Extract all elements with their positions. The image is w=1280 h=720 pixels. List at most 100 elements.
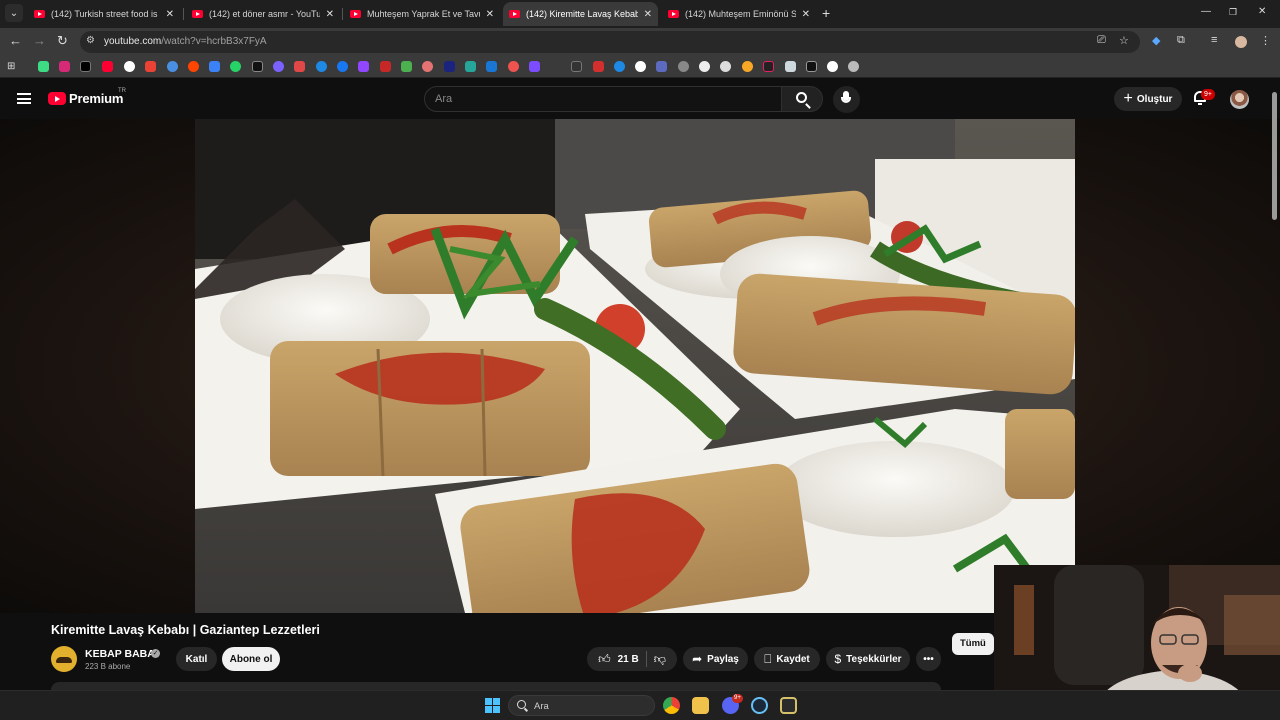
bookmark-8-icon[interactable] [422, 61, 433, 72]
browser-tab-3[interactable]: Muhteşem Yaprak Et ve Tavuk D ✕ [344, 2, 500, 26]
more-actions-button[interactable]: ••• [916, 647, 941, 671]
bookmark-9-icon[interactable] [444, 61, 455, 72]
account-avatar[interactable] [1230, 90, 1249, 109]
create-button[interactable]: + Oluştur [1114, 87, 1182, 111]
mustache-logo-icon [56, 657, 72, 663]
bookmark-translate-icon[interactable] [209, 61, 220, 72]
forward-arrow-icon[interactable]: → [33, 33, 46, 48]
browser-tab-2[interactable]: (142) et döner asmr - YouTube ✕ [186, 2, 340, 26]
plus-icon: + [1123, 90, 1133, 107]
bookmark-20-icon[interactable] [699, 61, 710, 72]
bookmark-gmail-icon[interactable] [145, 61, 156, 72]
bookmark-12-icon[interactable] [508, 61, 519, 72]
youtube-logo-icon[interactable] [48, 92, 66, 105]
bookmark-16-icon[interactable] [614, 61, 625, 72]
tab-close-icon[interactable]: ✕ [486, 9, 494, 20]
bookmark-7-icon[interactable] [401, 61, 412, 72]
bookmark-1-icon[interactable] [167, 61, 178, 72]
bookmark-27-icon[interactable] [848, 61, 859, 72]
tab-close-icon[interactable]: ✕ [644, 9, 652, 20]
bookmark-26-icon[interactable] [827, 61, 838, 72]
tab-close-icon[interactable]: ✕ [166, 9, 174, 20]
reading-list-icon[interactable]: ≡ [1211, 34, 1217, 46]
bookmark-19-icon[interactable] [678, 61, 689, 72]
bookmark-whatsapp-icon[interactable] [230, 61, 241, 72]
new-tab-icon[interactable]: + [822, 5, 830, 21]
bookmark-facebook-icon[interactable] [337, 61, 348, 72]
bookmark-star-icon[interactable]: ☆ [1119, 34, 1129, 47]
video-player[interactable] [195, 119, 1075, 613]
microphone-stand [841, 97, 851, 103]
bookmark-14-icon[interactable] [571, 61, 582, 72]
bookmark-23-icon[interactable] [763, 61, 774, 72]
bookmark-11-icon[interactable] [486, 61, 497, 72]
close-window-icon[interactable]: ✕ [1258, 6, 1266, 17]
bookmark-6-icon[interactable] [380, 61, 391, 72]
chrome-menu-icon[interactable]: ⋮ [1260, 34, 1271, 47]
extension-icon[interactable]: ◆ [1152, 34, 1160, 47]
bookmark-15-icon[interactable] [593, 61, 604, 72]
filter-chip-all[interactable]: Tümü [952, 633, 994, 655]
bookmark-5-icon[interactable] [316, 61, 327, 72]
bookmark-22-icon[interactable] [742, 61, 753, 72]
bookmark-21-icon[interactable] [720, 61, 731, 72]
voice-search-button[interactable] [833, 86, 860, 113]
save-button[interactable]: ⎕ Kaydet [754, 647, 820, 671]
windows-start-icon[interactable] [485, 698, 500, 713]
browser-tab-5[interactable]: (142) Muhteşem Eminönü Soka ✕ [662, 2, 816, 26]
steam-app-icon[interactable] [751, 697, 768, 714]
bookmark-reddit-icon[interactable] [188, 61, 199, 72]
channel-avatar[interactable] [51, 646, 77, 672]
bookmark-x-icon[interactable] [80, 61, 91, 72]
tab-close-icon[interactable]: ✕ [802, 9, 810, 20]
bookmark-3-icon[interactable] [273, 61, 284, 72]
tab-close-icon[interactable]: ✕ [326, 9, 334, 20]
bookmark-google-icon[interactable] [124, 61, 135, 72]
thanks-button[interactable]: $ Teşekkürler [826, 647, 910, 671]
start-tile [485, 706, 492, 713]
app-icon[interactable] [780, 697, 797, 714]
reload-icon[interactable]: ↻ [57, 33, 68, 49]
menu-hamburger-icon[interactable] [17, 93, 31, 104]
taskbar-search-box[interactable]: Ara [508, 695, 655, 716]
subscribe-button[interactable]: Abone ol [222, 647, 280, 671]
thumbs-down-icon[interactable]: 👎︎ [654, 652, 666, 667]
bookmark-10-icon[interactable] [465, 61, 476, 72]
description-box[interactable] [51, 682, 941, 690]
bookmark-17-icon[interactable] [635, 61, 646, 72]
site-info-icon[interactable]: ⚙ [86, 35, 95, 46]
youtube-premium-logo[interactable]: Premium [69, 91, 123, 106]
extensions-puzzle-icon[interactable]: ⧉ [1177, 34, 1185, 47]
minimize-window-icon[interactable]: — [1201, 6, 1211, 17]
browser-tab-1[interactable]: (142) Turkish street food is HEA ✕ [28, 2, 180, 26]
bookmark-18-icon[interactable] [656, 61, 667, 72]
tab-search-menu-icon[interactable]: ⌄ [5, 4, 23, 22]
bookmark-kick-icon[interactable] [38, 61, 49, 72]
bookmark-2-icon[interactable] [252, 61, 263, 72]
bookmark-instagram-icon[interactable] [59, 61, 70, 72]
bookmark-13-icon[interactable] [529, 61, 540, 72]
profile-avatar-icon[interactable] [1235, 36, 1247, 48]
chrome-app-icon[interactable] [663, 697, 680, 714]
channel-name[interactable]: KEBAP BABA [85, 648, 155, 660]
install-app-icon[interactable]: ⎚ [1097, 34, 1106, 47]
bell-clapper [1198, 103, 1202, 105]
address-bar[interactable]: ⚙ youtube.com/watch?v=hcrbB3x7FyA [80, 31, 1140, 53]
join-button[interactable]: Katıl [176, 647, 217, 671]
bookmark-twitch-icon[interactable] [358, 61, 369, 72]
share-button[interactable]: ➦ Paylaş [683, 647, 748, 671]
page-scrollbar[interactable] [1272, 92, 1277, 220]
thumbs-up-icon[interactable]: 👍︎ [598, 652, 611, 667]
search-button[interactable] [781, 86, 823, 112]
back-arrow-icon[interactable]: ← [9, 33, 22, 48]
bookmark-24-icon[interactable] [785, 61, 796, 72]
bookmark-youtube-icon[interactable] [102, 61, 113, 72]
like-count[interactable]: 21 B [618, 654, 639, 665]
search-input[interactable] [425, 87, 781, 111]
apps-grid-icon[interactable]: ⊞ [7, 61, 18, 72]
bookmark-4-icon[interactable] [294, 61, 305, 72]
bookmark-25-icon[interactable] [806, 61, 817, 72]
file-explorer-icon[interactable] [692, 697, 709, 714]
restore-window-icon[interactable]: ❐ [1229, 7, 1237, 18]
browser-tab-4-active[interactable]: (142) Kiremitte Lavaş Kebabı | G ✕ [503, 2, 658, 26]
